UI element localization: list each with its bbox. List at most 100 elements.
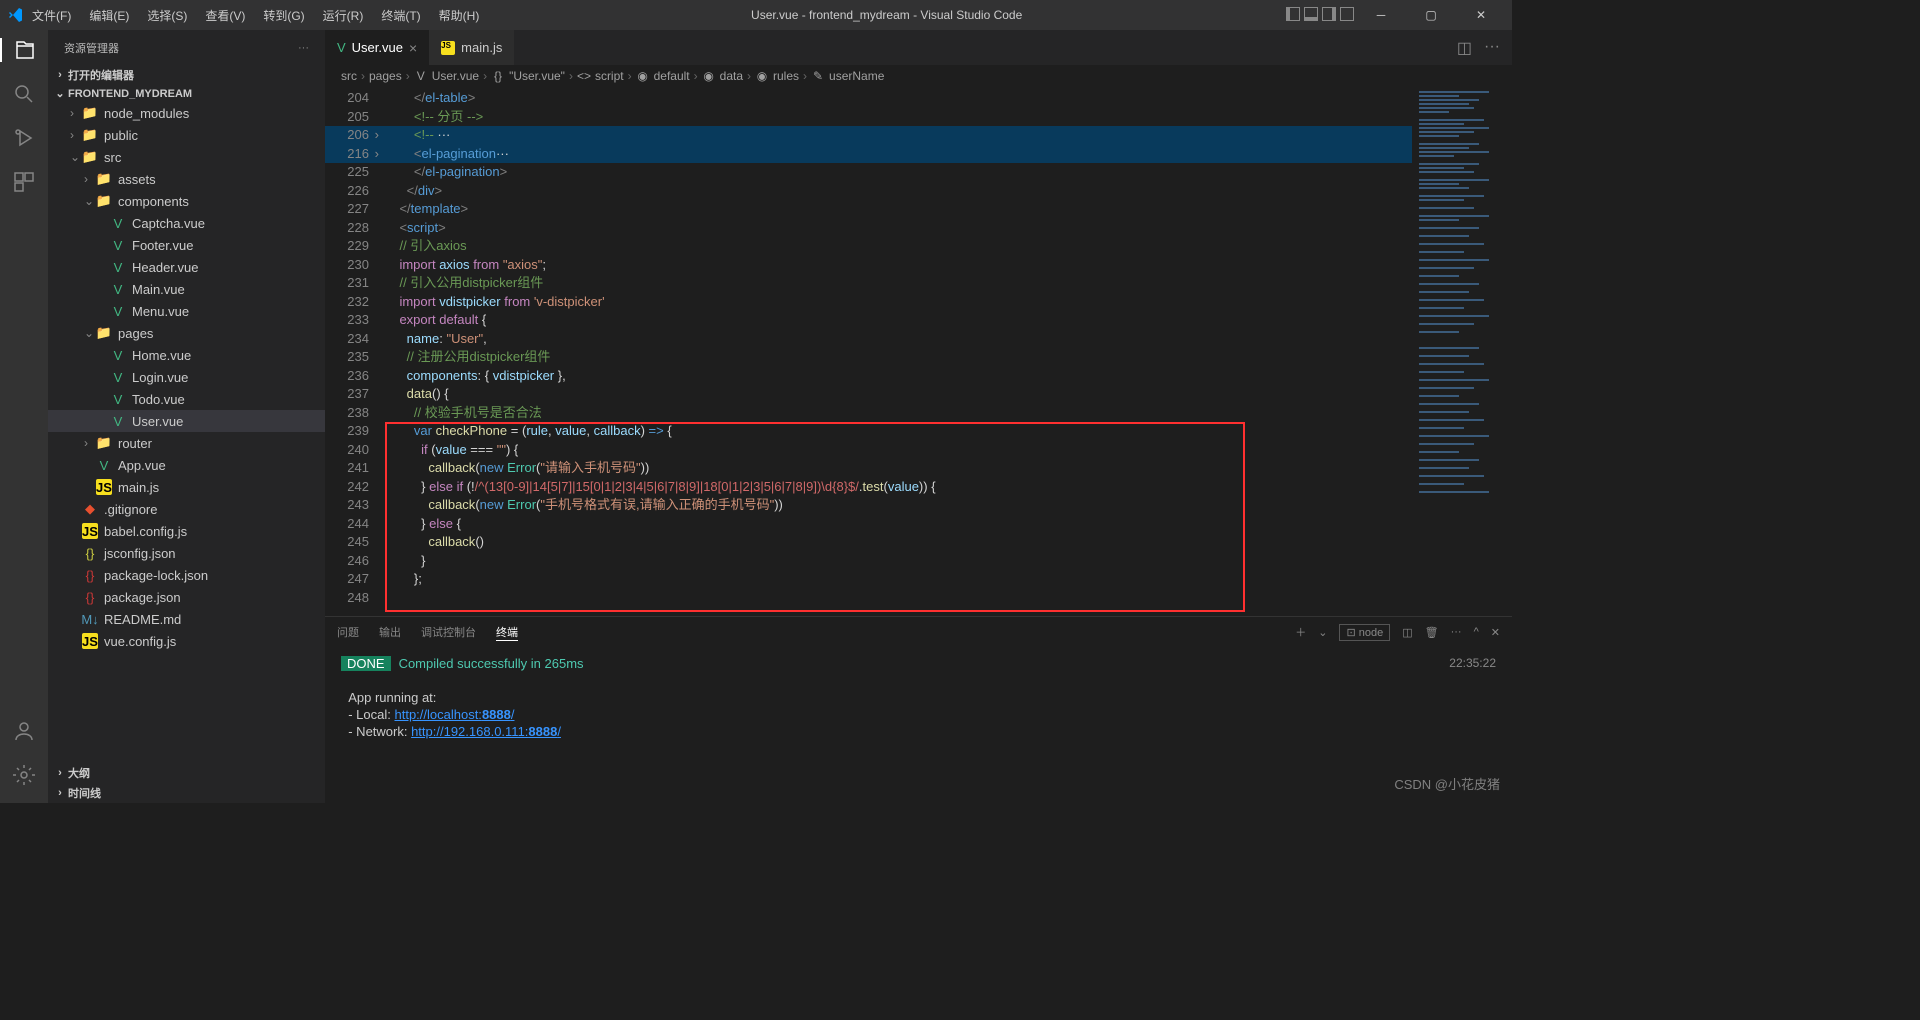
terminal-content[interactable]: DONECompiled successfully in 265ms22:35:… xyxy=(325,647,1512,803)
breadcrumb[interactable]: src›pages›VUser.vue›{}"User.vue"›<>scrip… xyxy=(325,65,1512,87)
tree-item[interactable]: VFooter.vue xyxy=(48,234,325,256)
settings-icon[interactable] xyxy=(12,763,36,787)
tree-item[interactable]: ›📁node_modules xyxy=(48,102,325,124)
tree-item[interactable]: JSbabel.config.js xyxy=(48,520,325,542)
minimize-button[interactable]: ─ xyxy=(1358,0,1404,30)
tree-item[interactable]: ◆.gitignore xyxy=(48,498,325,520)
chevron-down-icon[interactable]: ⌄ xyxy=(1318,626,1327,639)
tree-item[interactable]: VCaptcha.vue xyxy=(48,212,325,234)
tree-item[interactable]: JSvue.config.js xyxy=(48,630,325,652)
tree-item[interactable]: VMenu.vue xyxy=(48,300,325,322)
section-outline[interactable]: ›大纲 xyxy=(48,763,325,783)
breadcrumb-item[interactable]: User.vue xyxy=(432,69,479,83)
line-number: 233 xyxy=(325,311,369,330)
file-icon: JS xyxy=(82,633,98,649)
explorer-icon[interactable] xyxy=(0,38,48,62)
breadcrumb-item[interactable]: userName xyxy=(829,69,884,83)
menu-item[interactable]: 转到(G) xyxy=(255,3,312,28)
breadcrumb-item[interactable]: data xyxy=(720,69,743,83)
menu-item[interactable]: 查看(V) xyxy=(197,3,253,28)
breadcrumb-item[interactable]: script xyxy=(595,69,624,83)
search-icon[interactable] xyxy=(12,82,36,106)
account-icon[interactable] xyxy=(12,719,36,743)
line-number: 230 xyxy=(325,256,369,275)
tree-item[interactable]: ⌄📁src xyxy=(48,146,325,168)
menu-item[interactable]: 文件(F) xyxy=(24,3,79,28)
line-number: 247 xyxy=(325,570,369,589)
tree-item[interactable]: ⌄📁components xyxy=(48,190,325,212)
more-icon[interactable]: ··· xyxy=(1451,626,1462,638)
code-line: data() { xyxy=(385,385,1412,404)
tree-item[interactable]: VLogin.vue xyxy=(48,366,325,388)
file-icon: JS xyxy=(441,41,455,55)
file-icon: V xyxy=(96,457,112,473)
close-panel-icon[interactable]: ✕ xyxy=(1491,626,1500,639)
trash-icon[interactable]: 🗑 xyxy=(1425,626,1439,639)
tree-item[interactable]: {}package-lock.json xyxy=(48,564,325,586)
layout-icon[interactable] xyxy=(1304,7,1318,24)
section-timeline[interactable]: ›时间线 xyxy=(48,783,325,803)
close-tab-icon[interactable]: × xyxy=(409,40,417,56)
terminal-tab[interactable]: 问题 xyxy=(337,624,359,640)
new-terminal-icon[interactable]: ＋ xyxy=(1295,624,1306,640)
tree-item[interactable]: VTodo.vue xyxy=(48,388,325,410)
menu-item[interactable]: 运行(R) xyxy=(315,3,372,28)
tree-item[interactable]: {}package.json xyxy=(48,586,325,608)
tree-item[interactable]: ›📁public xyxy=(48,124,325,146)
breadcrumb-item[interactable]: pages xyxy=(369,69,402,83)
menu-item[interactable]: 编辑(E) xyxy=(81,3,137,28)
sidebar-more-icon[interactable]: ··· xyxy=(298,42,309,54)
terminal-tab[interactable]: 调试控制台 xyxy=(421,624,476,640)
minimap[interactable] xyxy=(1412,87,1512,616)
editor-tab[interactable]: JSmain.js xyxy=(429,30,514,65)
breadcrumb-item[interactable]: "User.vue" xyxy=(509,69,565,83)
code-line: // 引入公用distpicker组件 xyxy=(385,274,1412,293)
layout-icon[interactable] xyxy=(1340,7,1354,24)
tree-item[interactable]: ›📁assets xyxy=(48,168,325,190)
close-button[interactable]: ✕ xyxy=(1458,0,1504,30)
activity-bar xyxy=(0,30,48,803)
layout-icon[interactable] xyxy=(1322,7,1336,24)
tree-item[interactable]: M↓README.md xyxy=(48,608,325,630)
tree-item[interactable]: VHome.vue xyxy=(48,344,325,366)
terminal-tab[interactable]: 输出 xyxy=(379,624,401,640)
more-icon[interactable]: ··· xyxy=(1484,38,1500,58)
breadcrumb-icon: ✎ xyxy=(811,69,825,83)
layout-icon[interactable] xyxy=(1286,7,1300,24)
extensions-icon[interactable] xyxy=(12,170,36,194)
code-content[interactable]: </el-table> <!-- 分页 --> <!-- ··· <el-pag… xyxy=(385,87,1412,616)
tree-item[interactable]: VApp.vue xyxy=(48,454,325,476)
file-icon: V xyxy=(110,413,126,429)
tree-item[interactable]: JSmain.js xyxy=(48,476,325,498)
editor-tab[interactable]: VUser.vue× xyxy=(325,30,429,65)
network-url[interactable]: http://192.168.0.111:8888/ xyxy=(411,724,561,739)
terminal-dropdown[interactable]: ⊡ node xyxy=(1339,624,1390,641)
tree-item[interactable]: ›📁router xyxy=(48,432,325,454)
tree-item[interactable]: {}jsconfig.json xyxy=(48,542,325,564)
split-editor-icon[interactable]: ◫ xyxy=(1457,38,1472,58)
menu-item[interactable]: 帮助(H) xyxy=(431,3,488,28)
maximize-button[interactable]: ▢ xyxy=(1408,0,1454,30)
local-url[interactable]: http://localhost:8888/ xyxy=(394,707,514,722)
line-number: 246 xyxy=(325,552,369,571)
terminal-tab[interactable]: 终端 xyxy=(496,624,518,641)
code-area[interactable]: 204205206›216›22522622722822923023123223… xyxy=(325,87,1512,616)
breadcrumb-item[interactable]: rules xyxy=(773,69,799,83)
maximize-panel-icon[interactable]: ^ xyxy=(1474,626,1479,638)
tree-item[interactable]: VHeader.vue xyxy=(48,256,325,278)
split-terminal-icon[interactable]: ◫ xyxy=(1402,626,1412,639)
tree-item[interactable]: ⌄📁pages xyxy=(48,322,325,344)
debug-icon[interactable] xyxy=(12,126,36,150)
tree-item[interactable]: VUser.vue xyxy=(48,410,325,432)
breadcrumb-icon: ◉ xyxy=(755,69,769,83)
section-open-editors[interactable]: ›打开的编辑器 xyxy=(48,65,325,85)
file-icon: V xyxy=(110,303,126,319)
tree-item[interactable]: VMain.vue xyxy=(48,278,325,300)
file-icon: {} xyxy=(82,567,98,583)
menu-item[interactable]: 选择(S) xyxy=(139,3,195,28)
menu-item[interactable]: 终端(T) xyxy=(373,3,428,28)
section-project[interactable]: ⌄FRONTEND_MYDREAM xyxy=(48,85,325,102)
breadcrumb-item[interactable]: default xyxy=(654,69,690,83)
line-number: 243 xyxy=(325,496,369,515)
breadcrumb-item[interactable]: src xyxy=(341,69,357,83)
